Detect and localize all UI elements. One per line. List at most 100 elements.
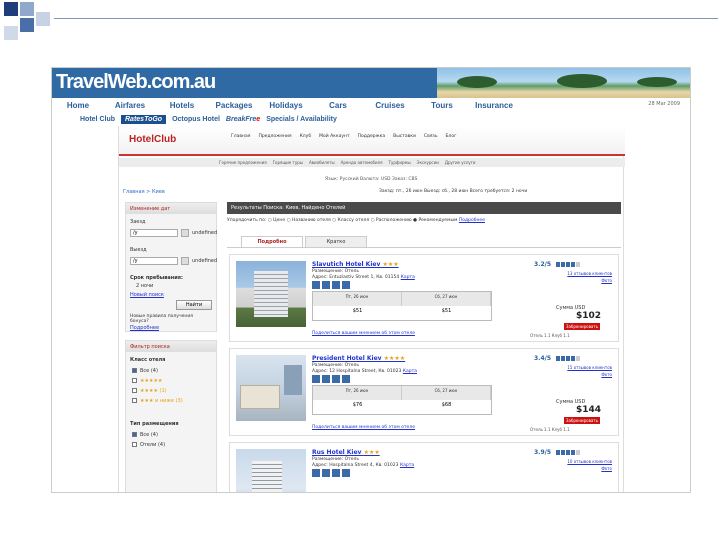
rating-segment [561,356,565,361]
octopus-hotel-link[interactable]: Octopus Hotel [172,116,220,123]
nav-home[interactable]: Home [52,101,104,110]
hotel-name-link[interactable]: Slavutich Hotel Kiev ★★★ [312,261,399,268]
sort-more-link[interactable]: Подробнее [459,218,485,223]
nav-packages[interactable]: Packages [208,101,260,110]
nav-cruises[interactable]: Cruises [364,101,416,110]
rating-segment [576,450,580,455]
rating-bar [556,450,580,455]
rating: 3.9/5 [534,449,551,456]
sort-option[interactable]: ○ Расположению [371,218,412,223]
price-date: Сб, 27 июн [402,292,491,306]
photos-link[interactable]: Фото [540,466,612,471]
menu-item[interactable]: Блог [445,134,456,139]
hotel-address-row: Адрес: Hospitalna Street 4, Кв. 01023 Ка… [312,463,414,468]
sort-option[interactable]: ● Рекомендуемым [413,218,457,223]
filter-checkbox[interactable] [132,368,137,373]
calendar-icon[interactable] [181,257,189,265]
filter-checkbox[interactable] [132,388,137,393]
locale-settings[interactable]: Язык: Русский Валюта: USD Заказ: CBS [325,177,417,182]
add-review-link[interactable]: Поделиться вашим мнением об этом отеле [312,331,415,336]
submenu-item[interactable]: Авиабилеты [309,160,335,165]
palm-tree [637,77,677,87]
hotel-card: President Hotel Kiev ★★★★ Размещение: От… [229,348,619,436]
hotel-name-link[interactable]: President Hotel Kiev ★★★★ [312,355,405,362]
hotelclub-page: HotelClub Главная Предложения Клуб Мой А… [118,126,625,492]
specials-link[interactable]: Specials / Availability [266,116,337,123]
hotelclub-submenu: Горячие предложения Горящие туры Авиабил… [119,158,625,167]
filter-checkbox[interactable] [132,398,137,403]
menu-item[interactable]: Мой Аккаунт [319,134,350,139]
tab-detailed[interactable]: Подробно [241,236,303,247]
submenu-item[interactable]: Другие услуги [445,160,476,165]
sort-option[interactable]: ○ Классу отеля [332,218,369,223]
share-row[interactable]: Отель 1.1 Клуб 1.1 [530,427,570,432]
menu-item[interactable]: Поддержка [358,134,386,139]
reviews-link[interactable]: 10 отзывов клиентов [540,459,612,464]
checkin-input[interactable]: /y [130,229,178,237]
nav-cars[interactable]: Cars [312,101,364,110]
rates-to-go-link[interactable]: RatesToGo [121,114,167,124]
menu-item[interactable]: Главная [231,134,250,139]
hotelclub-logo[interactable]: HotelClub [129,134,176,145]
nav-airfares[interactable]: Airfares [104,101,156,110]
submenu-item[interactable]: Аренда автомобиля [341,160,383,165]
nav-hotels[interactable]: Hotels [156,101,208,110]
sort-option[interactable]: ○ Названию отеля [287,218,331,223]
hotel-club-link[interactable]: Hotel Club [80,116,115,123]
amenity-icon [312,375,320,383]
checkout-input[interactable]: /y [130,257,178,265]
submenu-item[interactable]: Горячие предложения [219,160,267,165]
map-link[interactable]: Карта [400,463,414,468]
sidebar: Изменение дат Заезд /y undefined Выезд /… [125,202,217,492]
tab-divider [227,247,621,248]
hotel-name-link[interactable]: Rus Hotel Kiev ★★★ [312,449,380,456]
breakfree-link[interactable]: BreakFree [226,116,260,123]
menu-item[interactable]: Связь [424,134,438,139]
filter-checkbox[interactable] [132,378,137,383]
nav-insurance[interactable]: Insurance [468,101,520,110]
hotel-photo[interactable] [236,449,306,492]
add-review-link[interactable]: Поделиться вашим мнением об этом отеле [312,425,415,430]
map-link[interactable]: Карта [401,275,415,280]
bonus-note-link[interactable]: Подробнее [130,325,159,331]
submenu-item[interactable]: Экскурсии [417,160,439,165]
reviews-link[interactable]: 13 отзывов клиентов [540,271,612,276]
rating-segment [571,262,575,267]
sort-option[interactable]: ○ Цене [268,218,285,223]
reviews-link[interactable]: 15 отзывов клиентов [540,365,612,370]
filter-checkbox[interactable] [132,432,137,437]
hotel-address: Адрес: Entuziastiv Street 1, Кв. 01154 [312,275,400,280]
rating-segment [571,356,575,361]
photos-link[interactable]: Фото [540,372,612,377]
hotel-photo[interactable] [236,261,306,327]
calendar-icon[interactable] [181,229,189,237]
nav-holidays[interactable]: Holidays [260,101,312,110]
results-header: Результаты Поиска: Киев, Найдено Отелей [227,202,621,214]
checkout-label: Выезд [130,247,147,253]
amenity-icon [332,281,340,289]
hotel-photo[interactable] [236,355,306,421]
map-link[interactable]: Карта [403,369,417,374]
travelweb-logo[interactable]: TravelWeb.com.au [56,71,216,94]
book-button[interactable]: Забронировать [564,323,600,330]
nav-tours[interactable]: Tours [416,101,468,110]
amenity-icon [342,375,350,383]
breadcrumb[interactable]: Главная > Киев [123,189,165,195]
filter-checkbox[interactable] [132,442,137,447]
menu-item[interactable]: Выставки [393,134,416,139]
rating-segment [556,356,560,361]
submenu-item[interactable]: Горящие туры [273,160,303,165]
hotel-bed [240,385,280,409]
menu-item[interactable]: Предложения [258,134,291,139]
stars-title: Класс отеля [130,357,166,363]
share-row[interactable]: Отель 1.1 Клуб 1.1 [530,333,570,338]
book-button[interactable]: Забронировать [564,417,600,424]
tab-brief[interactable]: Кратко [305,236,367,247]
search-button[interactable]: Найти [176,300,212,310]
new-search-link[interactable]: Новый поиск [130,292,164,298]
photos-link[interactable]: Фото [540,278,612,283]
price-cell: $51 [352,308,363,314]
price-date: Пт, 26 июн [313,386,402,400]
menu-item[interactable]: Клуб [300,134,312,139]
submenu-item[interactable]: Турфирмы [389,160,411,165]
